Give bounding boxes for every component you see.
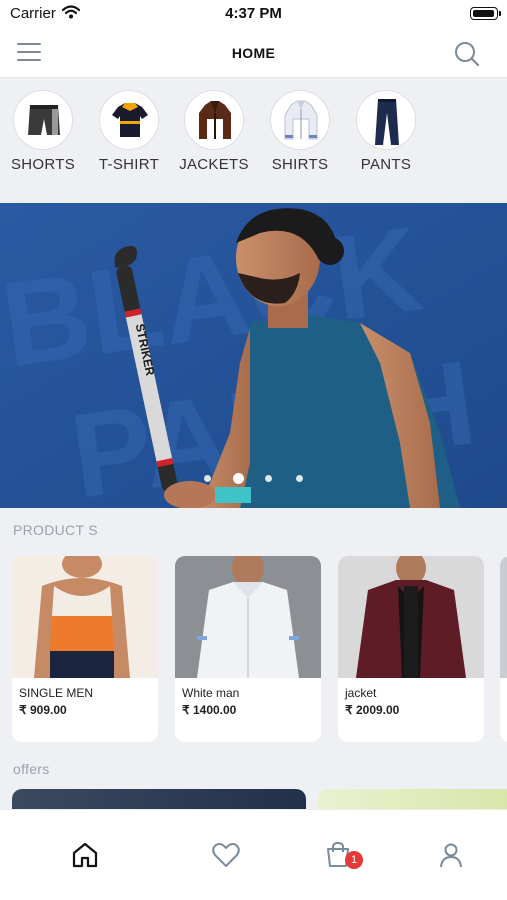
status-bar: Carrier 4:37 PM [0,0,507,28]
search-icon[interactable] [453,40,481,68]
hamburger-menu-icon[interactable] [17,43,41,63]
offers-section-title: offers [13,761,50,777]
shorts-icon [13,90,73,150]
profile-icon[interactable] [436,840,466,870]
category-label: JACKETS [179,156,249,173]
jacket-icon [184,90,244,150]
carousel-dots [0,471,507,487]
category-shorts[interactable]: SHORTS [0,90,86,190]
offers-carousel [0,789,507,811]
status-time: 4:37 PM [225,5,282,22]
category-pants[interactable]: PANTS [343,90,429,190]
carousel-dot-active[interactable] [233,473,244,484]
page-title: HOME [231,45,276,61]
product-card[interactable]: SINGLE MEN ₹ 909.00 [12,556,158,742]
category-label: SHORTS [10,156,76,173]
product-image [175,556,321,678]
product-card[interactable]: jacket ₹ 2009.00 [338,556,484,742]
category-label: T-SHIRT [98,156,160,173]
product-price: ₹ 2009.00 [345,703,400,717]
tshirt-icon [99,90,159,150]
promo-banner[interactable]: BLACK PANTH STRIKER [0,203,507,508]
shirt-icon [270,90,330,150]
category-jackets[interactable]: JACKETS [171,90,257,190]
carousel-dot[interactable] [296,475,303,482]
category-label: SHIRTS [271,156,329,173]
product-name: SINGLE MEN [19,686,94,700]
category-strip: SHORTS T-SHIRT JACKETS SHIRTS PANTS [0,79,507,203]
product-name: jacket [345,686,377,700]
app-header: HOME [0,28,507,78]
banner-image: BLACK PANTH STRIKER [0,203,507,508]
product-card-partial[interactable] [500,556,507,742]
product-name: White man [182,686,240,700]
category-shirts[interactable]: SHIRTS [257,90,343,190]
product-image [500,556,507,678]
product-image [12,556,158,678]
battery-icon [470,7,501,20]
bottom-tab-bar [0,809,507,900]
products-carousel: SINGLE MEN ₹ 909.00 White man ₹ 1400.00 [0,556,507,742]
home-icon[interactable] [70,840,100,870]
carousel-dot[interactable] [204,475,211,482]
offer-card[interactable] [12,789,306,811]
product-price: ₹ 909.00 [19,703,67,717]
heart-icon[interactable] [211,840,241,870]
pants-icon [356,90,416,150]
category-tshirt[interactable]: T-SHIRT [86,90,172,190]
product-card[interactable]: White man ₹ 1400.00 [175,556,321,742]
products-section-title: PRODUCT S [13,522,98,538]
product-price: ₹ 1400.00 [182,703,237,717]
offer-card[interactable] [318,789,507,811]
category-label: PANTS [360,156,412,173]
carousel-dot[interactable] [265,475,272,482]
product-image [338,556,484,678]
cart-badge: 1 [345,851,363,869]
